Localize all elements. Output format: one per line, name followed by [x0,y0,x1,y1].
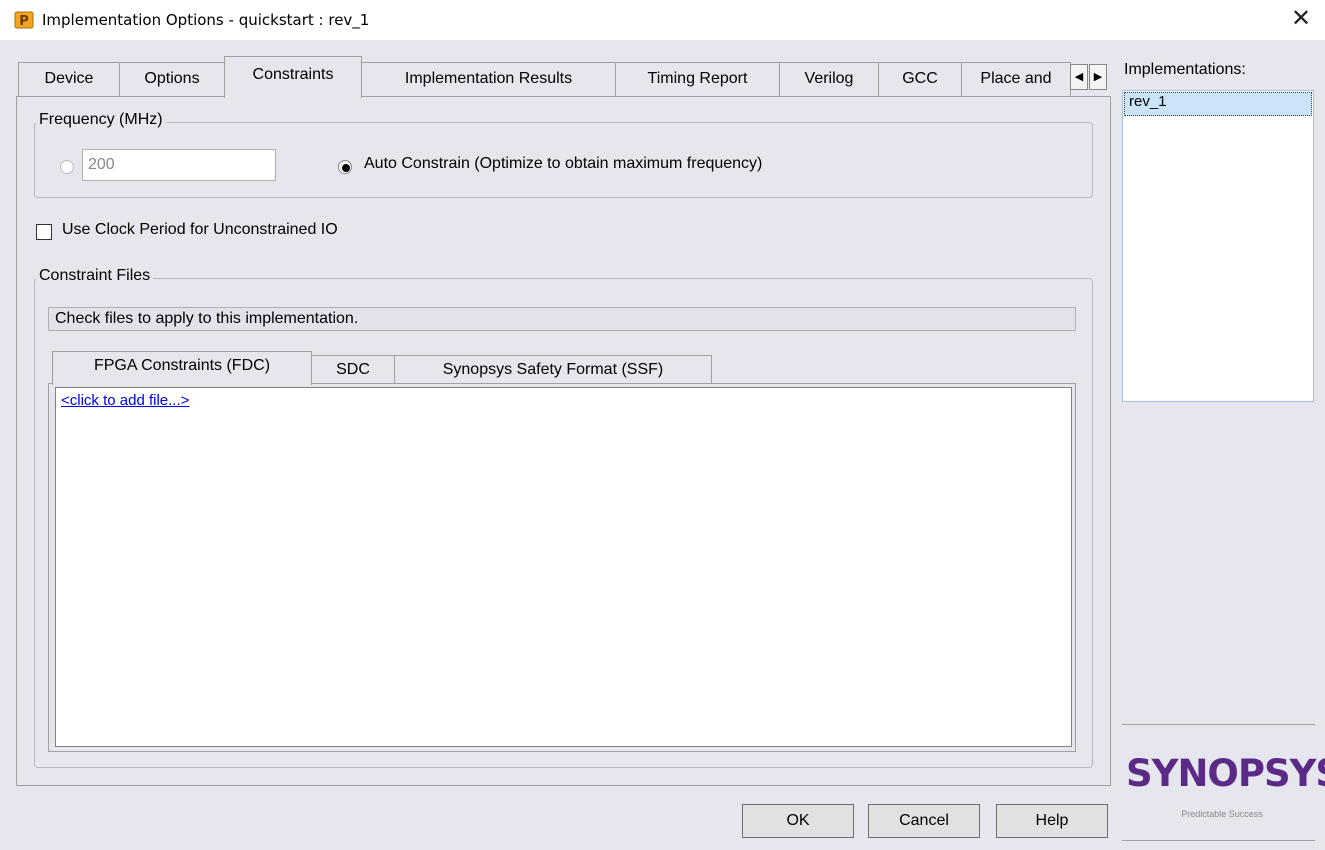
implementation-item[interactable]: rev_1 [1124,92,1312,116]
window-title: Implementation Options - quickstart : re… [42,11,370,29]
constraint-files-hint: Check files to apply to this implementat… [48,307,1076,331]
help-button[interactable]: Help [996,804,1108,838]
frequency-group-label: Frequency (MHz) [36,111,166,129]
subtab-ssf[interactable]: Synopsys Safety Format (SSF) [394,355,712,385]
implementations-list[interactable] [1122,90,1314,402]
logo-divider-top [1122,724,1315,725]
tab-verilog[interactable]: Verilog [779,62,879,96]
cancel-button[interactable]: Cancel [868,804,980,838]
tab-timing-report[interactable]: Timing Report [615,62,780,96]
subtab-fdc[interactable]: FPGA Constraints (FDC) [52,351,312,385]
logo-divider-bottom [1122,840,1315,841]
constraint-files-group-label: Constraint Files [36,267,154,285]
ok-button[interactable]: OK [742,804,854,838]
clock-period-label: Use Clock Period for Unconstrained IO [62,221,338,238]
tab-scroll-right-icon[interactable]: ▶ [1089,64,1107,90]
tab-options[interactable]: Options [119,62,225,96]
frequency-manual-radio[interactable] [60,160,74,174]
frequency-input[interactable]: 200 [82,149,276,181]
subtab-sdc[interactable]: SDC [311,355,395,385]
implementations-label: Implementations: [1124,61,1246,78]
title-bar: P Implementation Options - quickstart : … [0,0,1325,40]
tab-place-and-route[interactable]: Place and [961,62,1071,96]
svg-text:P: P [19,14,29,29]
tab-gcc[interactable]: GCC [878,62,962,96]
clock-period-checkbox[interactable] [36,224,52,240]
tab-scroll-left-icon[interactable]: ◀ [1070,64,1088,90]
logo-tagline: Predictable Success [1181,809,1263,819]
synopsys-logo: SYNOPSYS [1126,752,1325,795]
add-file-link[interactable]: <click to add file...> [61,392,189,409]
file-list[interactable] [55,387,1072,747]
app-icon: P [14,11,34,29]
tab-device[interactable]: Device [18,62,120,96]
auto-constrain-label: Auto Constrain (Optimize to obtain maxim… [364,155,763,172]
auto-constrain-radio[interactable] [338,160,352,174]
tab-implementation-results[interactable]: Implementation Results [361,62,616,96]
tab-constraints[interactable]: Constraints [224,56,362,98]
close-icon[interactable]: ✕ [1286,4,1316,34]
